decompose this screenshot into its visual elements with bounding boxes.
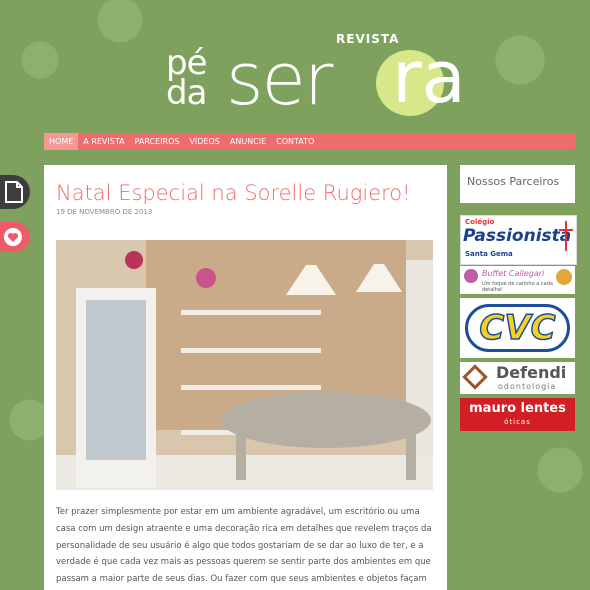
ad-defendi[interactable]: Defendi odontologia <box>460 362 575 394</box>
ad-colegio-passionista[interactable]: Colégio Passionista Santa Gema <box>460 215 577 265</box>
post-body: Ter prazer simplesmente por estar em um … <box>56 507 432 585</box>
nav-a-revista[interactable]: A REVISTA <box>78 133 129 150</box>
seal-icon <box>556 269 572 285</box>
post-photo[interactable] <box>56 240 433 490</box>
ad-mauro-lentes[interactable]: mauro lentes óticas <box>460 398 575 431</box>
post-title[interactable]: Natal Especial na Sorelle Rugiero! <box>56 181 411 205</box>
ad-cvc[interactable]: CVC <box>460 298 575 358</box>
post-date: 19 DE NOVEMBRO DE 2013 <box>56 208 153 216</box>
nav-anuncie[interactable]: ANUNCIE <box>225 133 271 150</box>
logo-pe-da: pé da <box>166 43 207 113</box>
logo-serra: ser <box>226 37 333 121</box>
cross-icon <box>559 221 573 251</box>
partners-widget-title: Nossos Parceiros <box>460 165 575 203</box>
nav-parceiros[interactable]: PARCEIROS <box>130 133 185 150</box>
defendi-logo-icon <box>462 364 488 390</box>
dining-room-illustration <box>56 240 433 490</box>
ad-buffet-callegari[interactable]: Buffet Callegari Um toque de carinho a c… <box>460 266 575 294</box>
site-logo[interactable]: REVISTA pé da ser ra <box>166 30 466 121</box>
logo-serra-end: ra <box>392 35 466 119</box>
nav-home[interactable]: HOME <box>44 133 79 150</box>
heart-icon <box>4 228 22 246</box>
main-nav: HOME A REVISTA PARCEIROS VÍDEOS ANUNCIE … <box>44 133 575 150</box>
nav-videos[interactable]: VÍDEOS <box>184 133 224 150</box>
document-icon <box>5 181 23 203</box>
flower-icon <box>464 269 478 283</box>
side-like-tab[interactable] <box>0 222 30 252</box>
post-card: Natal Especial na Sorelle Rugiero! 19 DE… <box>44 165 447 590</box>
logo-revista-label: REVISTA <box>336 32 400 46</box>
side-share-tab[interactable] <box>0 175 30 209</box>
partners-title: Nossos Parceiros <box>467 175 560 188</box>
nav-contato[interactable]: CONTATO <box>271 133 319 150</box>
